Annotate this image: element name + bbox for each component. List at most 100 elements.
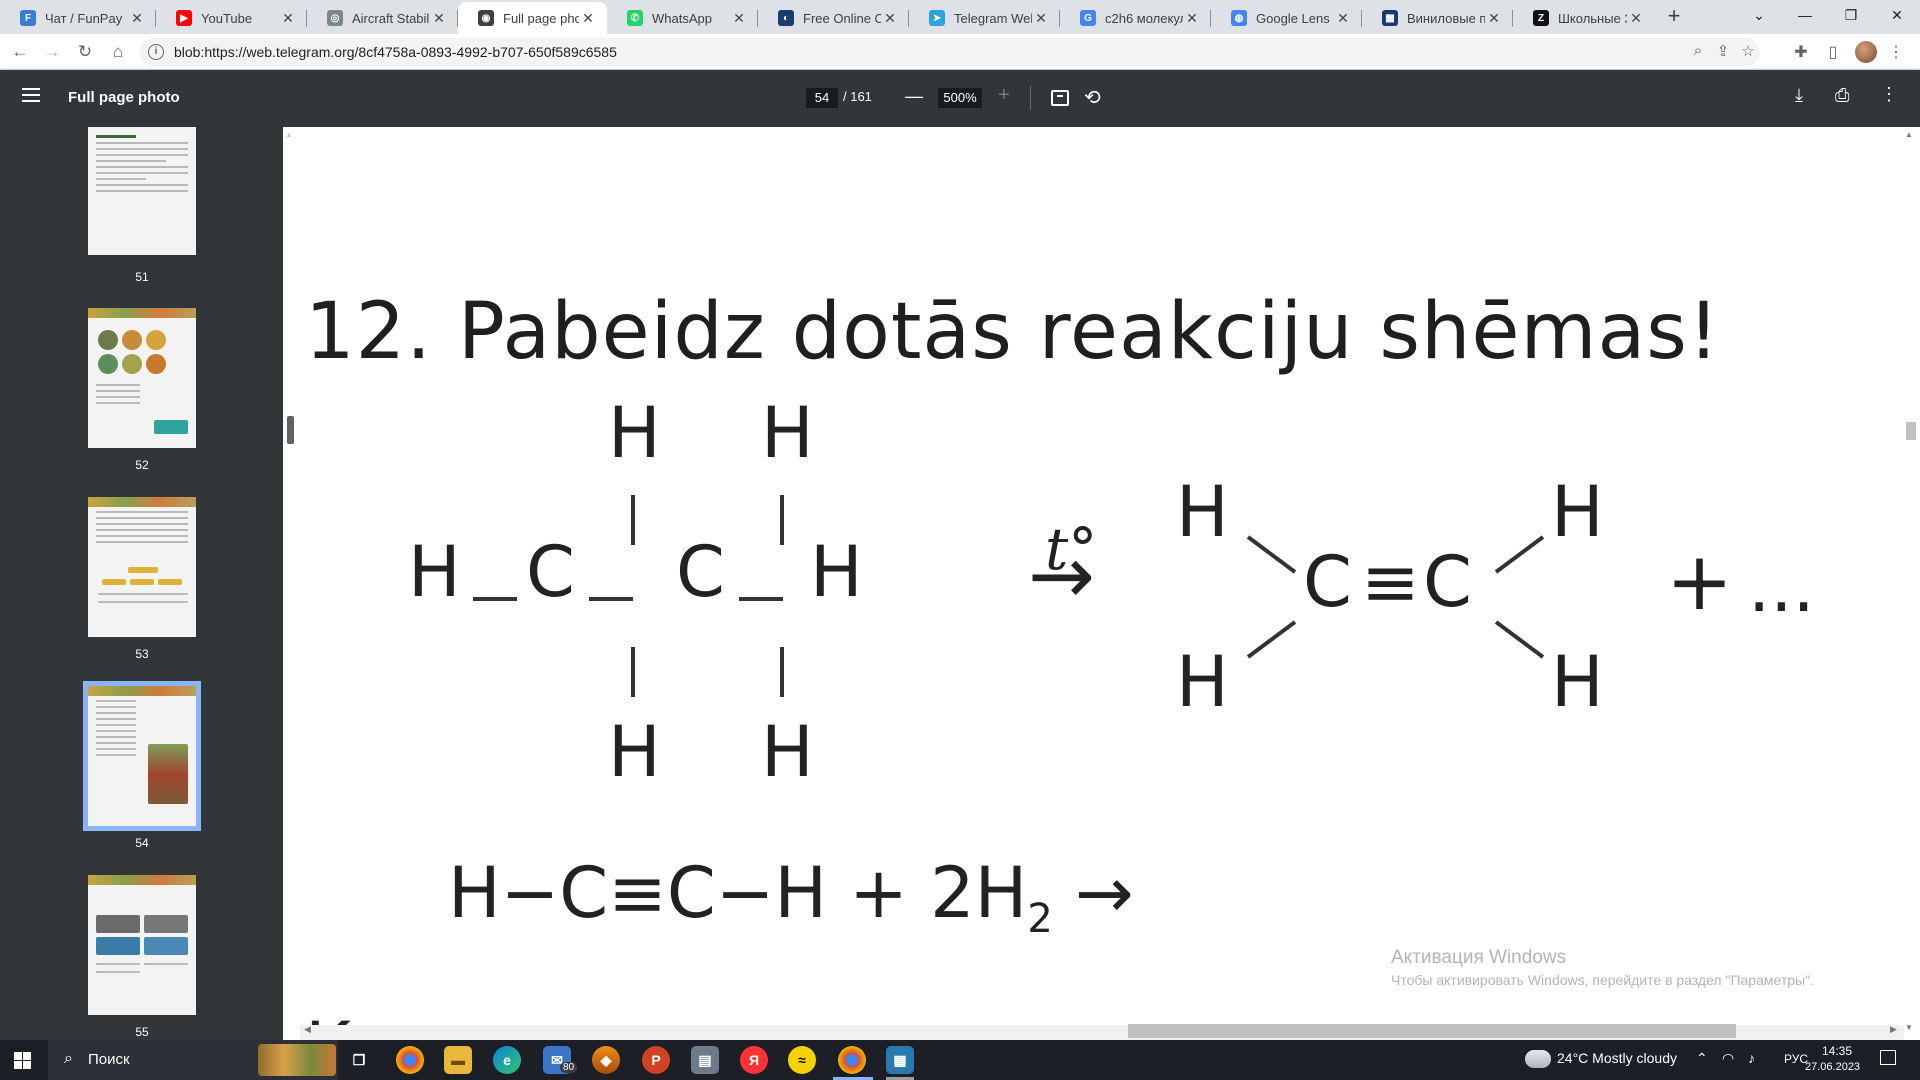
tab-full-page-photo[interactable]: ◉ Full page photo ✕: [458, 2, 607, 34]
tab-search-button[interactable]: ⌄: [1736, 0, 1782, 30]
zoom-out-button[interactable]: —: [905, 86, 923, 107]
notifications-icon[interactable]: [1880, 1050, 1896, 1065]
atom-h: H: [608, 392, 661, 474]
reaction-2-equation: H−C≡C−H + 2H2 →: [448, 852, 1134, 942]
address-bar[interactable]: i blob:https://web.telegram.org/8cf4758a…: [140, 38, 1760, 66]
thumbnail-page-54[interactable]: [83, 681, 201, 831]
plus-sign: +: [1666, 535, 1734, 628]
tab-title: Google Lens: [1256, 10, 1330, 26]
google-lens-icon: ◍: [1231, 10, 1247, 26]
restore-button[interactable]: ❐: [1828, 0, 1874, 30]
tray-expand-icon[interactable]: ⌃: [1696, 1050, 1708, 1067]
new-tab-button[interactable]: +: [1660, 2, 1688, 30]
task-view-icon[interactable]: ❐: [345, 1046, 373, 1074]
tab-title: WhatsApp: [652, 10, 712, 26]
clock-time[interactable]: 14:35: [1812, 1044, 1862, 1058]
print-icon[interactable]: ⎙: [1835, 85, 1849, 106]
fl-studio-icon[interactable]: ◆: [592, 1046, 620, 1074]
atom-c: C: [1303, 541, 1352, 623]
sidebar-menu-icon[interactable]: [22, 88, 40, 102]
sidebar-scrollbar-thumb[interactable]: [287, 416, 294, 444]
chrome-icon[interactable]: [396, 1046, 424, 1074]
site-info-icon[interactable]: i: [148, 44, 164, 60]
profile-avatar[interactable]: [1855, 41, 1877, 63]
zoom-level-input[interactable]: 500%: [938, 88, 982, 108]
close-tab-icon[interactable]: ✕: [881, 10, 899, 27]
close-tab-icon[interactable]: ✕: [128, 10, 146, 27]
clock-date[interactable]: 27.06.2023: [1805, 1061, 1860, 1073]
close-tab-icon[interactable]: ✕: [1032, 10, 1050, 27]
thumbnail-label: 54: [135, 836, 149, 850]
tab-school-knowledge[interactable]: Z Школьные Зна ✕: [1513, 2, 1655, 34]
close-tab-icon[interactable]: ✕: [1334, 10, 1352, 27]
search-placeholder: Поиск: [88, 1051, 130, 1068]
atom-h: H: [761, 711, 814, 793]
app-icon[interactable]: ▤: [691, 1046, 719, 1074]
more-actions-icon[interactable]: ⋮: [1880, 84, 1898, 105]
minimize-button[interactable]: —: [1782, 0, 1828, 30]
thumbnail-page-53[interactable]: [88, 497, 196, 637]
close-tab-icon[interactable]: ✕: [730, 10, 748, 27]
tab-google-search[interactable]: G c2h6 молекуляр ✕: [1060, 2, 1211, 34]
close-tab-icon[interactable]: ✕: [1485, 10, 1503, 27]
beeline-icon[interactable]: ≈: [788, 1046, 816, 1074]
close-tab-icon[interactable]: ✕: [430, 10, 448, 27]
tab-google-lens[interactable]: ◍ Google Lens ✕: [1211, 2, 1362, 34]
reaction-arrow: →: [1028, 529, 1096, 622]
tab-funpay[interactable]: F Чат / FunPay ✕: [0, 2, 156, 34]
tab-youtube[interactable]: ▶ YouTube ✕: [156, 2, 307, 34]
sidebar-scroll-up-icon[interactable]: ▲: [285, 130, 293, 139]
rotate-icon[interactable]: ⟲: [1084, 85, 1101, 110]
thumbnail-page-52[interactable]: [88, 308, 196, 448]
download-icon[interactable]: ⤓: [1795, 85, 1803, 106]
tab-title: Telegram Web: [954, 10, 1032, 26]
close-tab-icon[interactable]: ✕: [279, 10, 297, 27]
tab-vinyl-floors[interactable]: ▦ Виниловые пол ✕: [1362, 2, 1513, 34]
chrome-menu-icon[interactable]: ⋮: [1885, 42, 1907, 62]
windows-start-icon[interactable]: [14, 1052, 31, 1069]
yandex-browser-icon[interactable]: Я: [740, 1046, 768, 1074]
chrome-active-icon[interactable]: [838, 1046, 866, 1074]
taskbar-search[interactable]: ⌕ Поиск: [48, 1040, 338, 1080]
tab-free-online-ocr[interactable]: ◐ Free Online OCR ✕: [758, 2, 909, 34]
horizontal-scrollbar-thumb[interactable]: [1128, 1024, 1736, 1038]
tab-aircraft-stability[interactable]: ◎ Aircraft Stability ✕: [307, 2, 458, 34]
reload-button[interactable]: ↻: [71, 38, 99, 66]
close-window-button[interactable]: ✕: [1874, 0, 1920, 30]
tab-whatsapp[interactable]: ✆ WhatsApp ✕: [607, 2, 758, 34]
windows-taskbar: ⌕ Поиск ❐ ▬ e ✉ 80 ◆ P ▤ Я ≈ ▦ 24°C Most…: [0, 1040, 1920, 1080]
scroll-right-icon[interactable]: ▶: [1890, 1024, 1897, 1035]
file-explorer-icon[interactable]: ▬: [444, 1046, 472, 1074]
close-tab-icon[interactable]: ✕: [1183, 10, 1201, 27]
fit-to-page-icon[interactable]: [1051, 90, 1069, 106]
volume-icon[interactable]: ♪: [1748, 1050, 1755, 1066]
page-number-input[interactable]: 54: [806, 88, 838, 108]
close-tab-icon[interactable]: ✕: [579, 10, 597, 27]
extensions-icon[interactable]: ✚: [1790, 42, 1812, 62]
edge-icon[interactable]: e: [493, 1046, 521, 1074]
bonds-right: [1494, 535, 1545, 659]
weather-text[interactable]: 24°C Mostly cloudy: [1557, 1050, 1677, 1066]
tab-telegram-web[interactable]: ➤ Telegram Web ✕: [909, 2, 1060, 34]
vertical-scrollbar-thumb[interactable]: [1906, 422, 1916, 440]
weather-cloud-icon: [1525, 1050, 1551, 1068]
scroll-left-icon[interactable]: ◀: [304, 1024, 311, 1035]
zoom-in-button[interactable]: +: [998, 84, 1010, 107]
powerpoint-icon[interactable]: P: [642, 1046, 670, 1074]
bookmark-star-icon[interactable]: ☆: [1737, 42, 1759, 60]
scroll-up-icon[interactable]: ▲: [1905, 130, 1913, 139]
home-button[interactable]: ⌂: [104, 38, 132, 66]
calculator-icon[interactable]: ▦: [886, 1046, 914, 1074]
zoom-icon[interactable]: ⌕: [1687, 42, 1709, 59]
forward-button[interactable]: →: [38, 38, 66, 66]
windows-activation-hint: Чтобы активировать Windows, перейдите в …: [1391, 972, 1814, 988]
close-tab-icon[interactable]: ✕: [1627, 10, 1645, 27]
thumbnail-page-55[interactable]: [88, 875, 196, 1015]
thumbnail-page-51[interactable]: [88, 127, 196, 255]
back-button[interactable]: ←: [6, 38, 34, 66]
page-total: / 161: [843, 89, 872, 104]
side-panel-icon[interactable]: ▯: [1822, 42, 1844, 62]
scroll-down-icon[interactable]: ▼: [1905, 1023, 1913, 1032]
share-icon[interactable]: ⇪: [1712, 42, 1734, 60]
network-icon[interactable]: ◠: [1722, 1050, 1734, 1067]
